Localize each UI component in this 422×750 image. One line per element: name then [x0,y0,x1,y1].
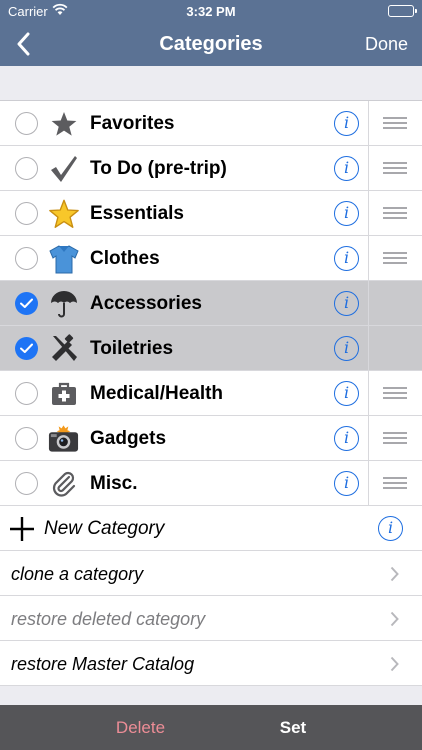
category-label: Favorites [90,113,175,134]
set-button[interactable]: Set [190,718,396,738]
category-row-clothes[interactable]: Clothes i [0,236,422,281]
back-button[interactable] [6,26,40,62]
checkmark-icon [47,152,80,185]
select-radio[interactable] [15,292,38,315]
done-button[interactable]: Done [365,34,408,55]
category-row-gadgets[interactable]: Gadgets i [0,416,422,461]
category-label: Accessories [90,293,202,314]
reorder-handle[interactable] [383,252,407,264]
category-label: Medical/Health [90,383,224,404]
reorder-handle[interactable] [383,477,407,489]
category-row-toiletries[interactable]: Toiletries i [0,326,422,371]
divider [368,416,369,460]
divider [368,146,369,190]
category-label: Essentials [90,203,184,224]
select-radio[interactable] [15,472,38,495]
status-bar: Carrier 3:32 PM [0,0,422,22]
checkmark-icon [20,343,33,353]
reorder-handle[interactable] [383,162,407,174]
plus-icon [9,516,35,542]
bottom-toolbar: Delete Set [0,705,422,750]
divider [368,461,369,505]
star-icon [47,107,80,140]
info-icon[interactable]: i [334,111,359,136]
select-radio[interactable] [15,202,38,225]
medical-kit-icon [47,377,80,410]
shirt-icon [47,242,80,275]
info-icon[interactable]: i [334,246,359,271]
reorder-handle[interactable] [383,117,407,129]
divider [368,191,369,235]
select-radio[interactable] [15,382,38,405]
info-icon[interactable]: i [334,336,359,361]
chevron-right-icon [390,611,399,627]
battery-icon [388,5,417,17]
divider [368,236,369,280]
category-row-to-do[interactable]: To Do (pre-trip) i [0,146,422,191]
reorder-handle[interactable] [383,432,407,444]
category-row-essentials[interactable]: Essentials i [0,191,422,236]
chevron-right-icon [390,656,399,672]
info-icon[interactable]: i [334,471,359,496]
divider [368,101,369,145]
category-label: To Do (pre-trip) [90,158,227,179]
info-icon[interactable]: i [334,291,359,316]
category-row-misc[interactable]: Misc. i [0,461,422,506]
action-label: clone a category [11,564,144,584]
category-row-favorites[interactable]: Favorites i [0,101,422,146]
clone-category-button[interactable]: clone a category [0,551,422,596]
action-label: restore deleted category [11,609,206,629]
select-radio[interactable] [15,337,38,360]
select-radio[interactable] [15,112,38,135]
category-row-medical-health[interactable]: Medical/Health i [0,371,422,416]
navigation-bar: Categories Done [0,22,422,66]
new-category-button[interactable]: New Category i [0,506,422,551]
category-row-accessories[interactable]: Accessories i [0,281,422,326]
restore-master-catalog-button[interactable]: restore Master Catalog [0,641,422,686]
gold-star-icon [47,197,80,230]
category-label: Misc. [90,473,138,494]
paperclip-icon [47,467,80,500]
umbrella-icon [47,287,80,320]
camera-icon [47,422,80,455]
chevron-right-icon [390,566,399,582]
divider [368,326,369,370]
info-icon[interactable]: i [334,156,359,181]
info-icon[interactable]: i [334,426,359,451]
clock: 3:32 PM [186,4,236,19]
new-category-label: New Category [44,518,165,539]
divider [368,281,369,325]
reorder-handle[interactable] [383,207,407,219]
checkmark-icon [20,298,33,308]
category-label: Toiletries [90,338,174,359]
toiletries-icon [47,332,80,365]
action-label: restore Master Catalog [11,654,195,674]
category-label: Clothes [90,248,160,269]
category-list: Favorites i To Do (pre-trip) i Essential… [0,100,422,686]
info-icon[interactable]: i [334,381,359,406]
select-radio[interactable] [15,427,38,450]
select-radio[interactable] [15,157,38,180]
info-icon[interactable]: i [378,516,403,541]
reorder-handle[interactable] [383,387,407,399]
page-title: Categories [159,33,263,55]
info-icon[interactable]: i [334,201,359,226]
select-radio[interactable] [15,247,38,270]
chevron-left-icon [17,32,30,56]
restore-deleted-category-button[interactable]: restore deleted category [0,596,422,641]
divider [368,371,369,415]
category-label: Gadgets [90,428,167,449]
